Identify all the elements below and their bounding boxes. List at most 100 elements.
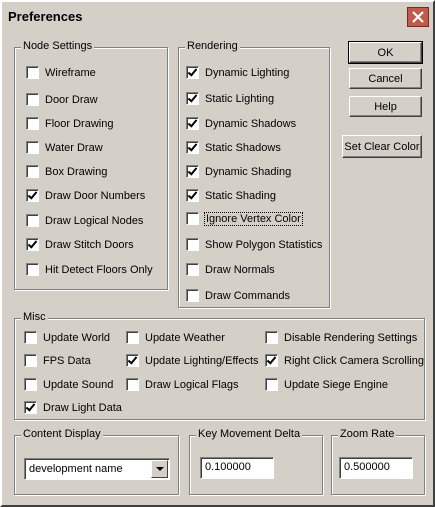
checkbox-box <box>126 378 139 391</box>
set-clear-color-button[interactable]: Set Clear Color <box>342 135 422 158</box>
checkbox-box <box>186 92 199 105</box>
checkbox-draw-light-data[interactable]: Draw Light Data <box>24 401 122 414</box>
checkbox-box <box>186 117 199 130</box>
checkbox-show-polygon-statistics[interactable]: Show Polygon Statistics <box>186 238 322 251</box>
checkbox-label: Update Siege Engine <box>284 378 388 391</box>
checkbox-dynamic-shading[interactable]: Dynamic Shading <box>186 165 291 178</box>
checkbox-draw-normals[interactable]: Draw Normals <box>186 263 275 276</box>
checkbox-box <box>24 401 37 414</box>
checkbox-box <box>26 214 39 227</box>
checkbox-label: Draw Normals <box>205 263 275 276</box>
checkbox-ignore-vertex-color[interactable]: Ignore Vertex Color <box>186 211 303 226</box>
checkbox-label: Draw Door Numbers <box>45 189 146 202</box>
help-button[interactable]: Help <box>349 96 422 117</box>
checkbox-update-weather[interactable]: Update Weather <box>126 331 225 344</box>
dropdown-button[interactable] <box>151 460 168 478</box>
checkbox-static-shading[interactable]: Static Shading <box>186 189 276 202</box>
checkbox-label: Hit Detect Floors Only <box>45 263 153 276</box>
checkbox-label: Floor Drawing <box>45 117 114 130</box>
checkbox-label: Update Sound <box>43 378 114 391</box>
chevron-down-icon <box>155 466 164 471</box>
help-button-label: Help <box>374 100 397 113</box>
checkbox-label: Dynamic Shadows <box>205 117 297 130</box>
checkbox-update-lighting-effects[interactable]: Update Lighting/Effects <box>126 354 259 367</box>
ok-button-label: OK <box>377 46 394 59</box>
title-bar: Preferences <box>2 2 433 32</box>
checkbox-label: Static Lighting <box>205 92 275 105</box>
checkbox-label: Draw Stitch Doors <box>45 238 134 251</box>
zoom-rate-value: 0.500000 <box>344 461 390 473</box>
checkbox-floor-drawing[interactable]: Floor Drawing <box>26 117 113 130</box>
checkbox-draw-logical-nodes[interactable]: Draw Logical Nodes <box>26 214 143 227</box>
checkbox-wireframe[interactable]: Wireframe <box>26 66 96 79</box>
checkbox-right-click-camera-scrolling[interactable]: Right Click Camera Scrolling <box>265 354 424 367</box>
checkbox-label: Dynamic Lighting <box>205 66 290 79</box>
content-display-select[interactable]: development name <box>24 458 170 480</box>
misc-label: Misc <box>21 311 48 323</box>
content-display-label: Content Display <box>21 428 103 440</box>
key-movement-value: 0.100000 <box>205 461 251 473</box>
checkbox-label: Static Shadows <box>205 141 281 154</box>
checkbox-box <box>26 165 39 178</box>
checkbox-draw-commands[interactable]: Draw Commands <box>186 289 290 302</box>
cancel-button[interactable]: Cancel <box>349 68 422 89</box>
checkbox-dynamic-shadows[interactable]: Dynamic Shadows <box>186 117 296 130</box>
zoom-rate-input[interactable]: 0.500000 <box>339 457 413 479</box>
checkbox-door-draw[interactable]: Door Draw <box>26 93 98 106</box>
checkbox-fps-data[interactable]: FPS Data <box>24 354 91 367</box>
checkbox-label: Box Drawing <box>45 165 108 178</box>
checkbox-draw-logical-flags[interactable]: Draw Logical Flags <box>126 378 239 391</box>
checkbox-box <box>186 238 199 251</box>
checkbox-box <box>186 289 199 302</box>
checkbox-update-world[interactable]: Update World <box>24 331 110 344</box>
node-settings-label: Node Settings <box>21 40 95 52</box>
checkbox-label: Draw Logical Flags <box>145 378 239 391</box>
rendering-label: Rendering <box>185 40 240 52</box>
checkbox-box <box>126 354 139 367</box>
checkbox-box <box>24 354 37 367</box>
checkbox-label: FPS Data <box>43 354 91 367</box>
checkbox-label: Show Polygon Statistics <box>205 238 323 251</box>
checkbox-update-sound[interactable]: Update Sound <box>24 378 113 391</box>
checkbox-box <box>26 189 39 202</box>
checkbox-water-draw[interactable]: Water Draw <box>26 141 103 154</box>
checkbox-label: Dynamic Shading <box>205 165 292 178</box>
checkbox-static-shadows[interactable]: Static Shadows <box>186 141 281 154</box>
checkbox-box <box>265 331 278 344</box>
window-title: Preferences <box>8 9 83 24</box>
checkbox-draw-stitch-doors[interactable]: Draw Stitch Doors <box>26 238 134 251</box>
checkbox-label: Draw Commands <box>205 289 290 302</box>
checkbox-label: Wireframe <box>45 66 96 79</box>
checkbox-label: Right Click Camera Scrolling <box>284 354 424 367</box>
checkbox-box <box>26 141 39 154</box>
checkbox-box <box>186 189 199 202</box>
checkbox-box <box>265 354 278 367</box>
zoom-rate-label: Zoom Rate <box>338 428 397 440</box>
checkbox-disable-rendering-settings[interactable]: Disable Rendering Settings <box>265 331 417 344</box>
checkbox-box <box>186 66 199 79</box>
checkbox-box <box>186 141 199 154</box>
checkbox-label: Update Weather <box>145 331 225 344</box>
checkbox-box <box>26 117 39 130</box>
checkbox-label: Static Shading <box>205 189 276 202</box>
checkbox-box <box>126 331 139 344</box>
checkbox-draw-door-numbers[interactable]: Draw Door Numbers <box>26 189 145 202</box>
checkbox-box-drawing[interactable]: Box Drawing <box>26 165 107 178</box>
checkbox-label: Update World <box>43 331 111 344</box>
cancel-button-label: Cancel <box>368 72 403 85</box>
checkbox-label: Draw Logical Nodes <box>45 214 144 227</box>
key-movement-input[interactable]: 0.100000 <box>200 457 274 479</box>
ok-button[interactable]: OK <box>348 41 423 64</box>
checkbox-box <box>26 66 39 79</box>
checkbox-box <box>186 212 199 225</box>
checkbox-static-lighting[interactable]: Static Lighting <box>186 92 274 105</box>
close-button[interactable] <box>407 7 429 27</box>
checkbox-hit-detect-floors-only[interactable]: Hit Detect Floors Only <box>26 263 153 276</box>
checkbox-box <box>24 331 37 344</box>
checkbox-dynamic-lighting[interactable]: Dynamic Lighting <box>186 66 289 79</box>
checkbox-update-siege-engine[interactable]: Update Siege Engine <box>265 378 388 391</box>
key-movement-label: Key Movement Delta <box>196 428 303 440</box>
content-display-value: development name <box>29 463 123 475</box>
checkbox-label: Ignore Vertex Color <box>204 211 303 226</box>
checkbox-label: Draw Light Data <box>43 401 122 414</box>
